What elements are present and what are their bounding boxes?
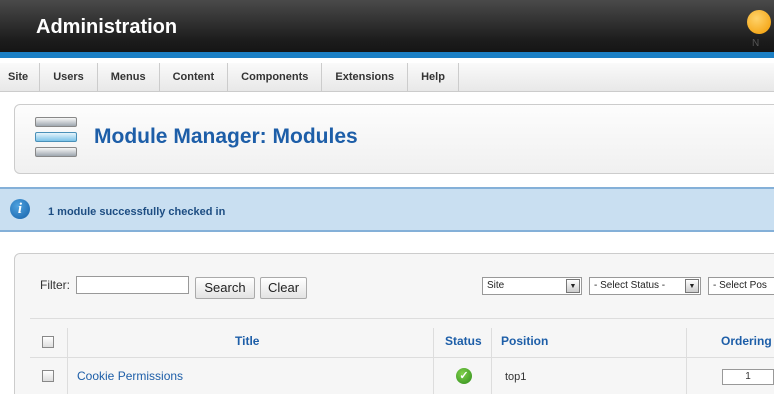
site-select-value: Site [487, 280, 505, 291]
menu-menus[interactable]: Menus [98, 63, 160, 92]
ordering-input[interactable]: 1 [722, 369, 774, 385]
site-select[interactable]: Site ▼ [482, 277, 582, 295]
column-header-ordering[interactable]: Ordering [721, 334, 772, 348]
header-row-line [30, 357, 774, 358]
position-select-value: - Select Pos [713, 280, 767, 291]
column-header-position[interactable]: Position [501, 334, 548, 348]
header-title: Administration [36, 16, 178, 38]
filter-input[interactable] [76, 276, 189, 294]
toolbar-box: Module Manager: Modules [14, 104, 774, 174]
column-separator [686, 328, 687, 394]
message-text: 1 module successfully checked in [48, 206, 226, 218]
column-separator [491, 328, 492, 394]
menu-components[interactable]: Components [228, 63, 323, 92]
chevron-down-icon: ▼ [566, 279, 580, 293]
status-select[interactable]: - Select Status - ▼ [589, 277, 701, 295]
column-header-status[interactable]: Status [445, 334, 482, 348]
row-checkbox[interactable] [42, 370, 54, 382]
published-check-icon[interactable]: ✓ [456, 368, 472, 384]
menu-users[interactable]: Users [40, 63, 98, 92]
column-separator [67, 328, 68, 394]
menu-extensions[interactable]: Extensions [322, 63, 409, 92]
module-title-link[interactable]: Cookie Permissions [77, 369, 183, 383]
menu-help[interactable]: Help [408, 63, 459, 92]
new-button-label[interactable]: N [752, 38, 759, 49]
select-all-checkbox[interactable] [42, 336, 54, 348]
module-manager-icon [35, 117, 77, 161]
status-select-value: - Select Status - [594, 280, 666, 291]
column-header-title[interactable]: Title [235, 334, 259, 348]
admin-header: Administration [0, 0, 774, 58]
info-icon: i [10, 199, 30, 219]
header-stripe [0, 52, 774, 58]
column-separator [433, 328, 434, 394]
clear-button[interactable]: Clear [260, 277, 307, 299]
system-message: i 1 module successfully checked in [0, 187, 774, 232]
new-icon[interactable] [747, 10, 771, 34]
search-button[interactable]: Search [195, 277, 255, 299]
filter-label: Filter: [40, 278, 70, 292]
page-title: Module Manager: Modules [94, 125, 358, 148]
menu-site[interactable]: Site [0, 63, 41, 92]
menu-bar: Site Users Menus Content Components Exte… [0, 63, 774, 92]
menu-content[interactable]: Content [160, 63, 229, 92]
module-position: top1 [505, 371, 527, 383]
chevron-down-icon: ▼ [685, 279, 699, 293]
filter-divider [30, 318, 774, 319]
position-select[interactable]: - Select Pos [708, 277, 774, 295]
